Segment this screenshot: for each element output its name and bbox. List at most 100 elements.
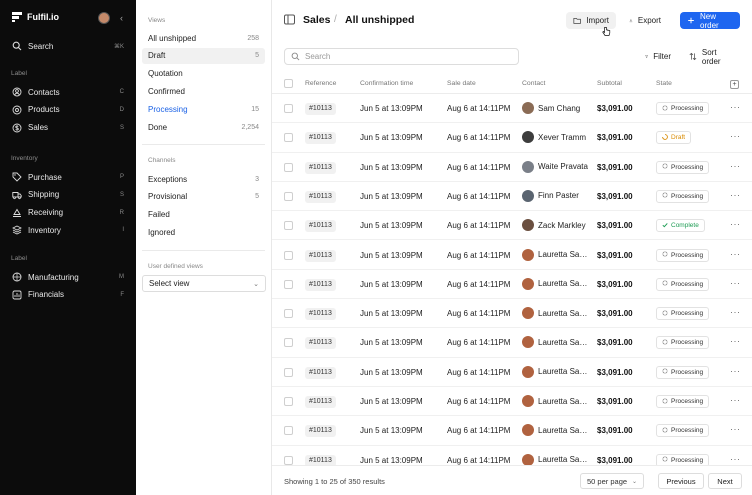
table-row[interactable]: #10113 Jun 5 at 13:09PM Aug 6 at 14:11PM La… <box>272 241 752 270</box>
table-row[interactable]: #10113 Jun 5 at 13:09PM Aug 6 at 14:11PM Fi… <box>272 182 752 212</box>
row-checkbox[interactable] <box>284 250 293 260</box>
table-row[interactable]: #10113 Jun 5 at 13:09PM Aug 6 at 14:11PM La… <box>272 387 752 417</box>
table-row[interactable]: #10113 Jun 5 at 13:09PM Aug 6 at 14:11PM Xe… <box>272 123 752 153</box>
more-options-icon[interactable]: ··· <box>730 249 741 259</box>
sidebar-item-contacts[interactable]: Contacts C <box>12 85 124 99</box>
order-reference[interactable]: #10113 <box>305 308 336 321</box>
order-reference[interactable]: #10113 <box>305 190 336 203</box>
view-processing[interactable]: Processing 15 <box>142 101 265 117</box>
column-subtotal[interactable]: Subtotal <box>597 80 622 87</box>
more-options-icon[interactable]: ··· <box>730 219 741 229</box>
contact[interactable]: Lauretta Savage <box>522 453 588 465</box>
column-contact[interactable]: Contact <box>522 80 545 87</box>
row-checkbox[interactable] <box>284 133 293 143</box>
channel-failed[interactable]: Failed <box>142 207 265 223</box>
sidebar-toggle-icon[interactable] <box>284 14 295 25</box>
order-reference[interactable]: #10113 <box>305 161 336 174</box>
row-checkbox[interactable] <box>284 191 293 201</box>
column-state[interactable]: State <box>656 80 672 87</box>
row-checkbox[interactable] <box>284 162 293 172</box>
table-row[interactable]: #10113 Jun 5 at 13:09PM Aug 6 at 14:11PM La… <box>272 299 752 329</box>
more-options-icon[interactable]: ··· <box>730 366 741 376</box>
new-order-button[interactable]: New order <box>680 12 740 30</box>
contact[interactable]: Lauretta Savage <box>522 365 588 378</box>
select-view-dropdown[interactable]: Select view ⌄ <box>142 275 266 292</box>
sidebar-item-financials[interactable]: Financials F <box>12 288 124 302</box>
breadcrumb-sales[interactable]: Sales <box>303 14 330 26</box>
row-checkbox[interactable] <box>284 367 293 377</box>
contact[interactable]: Xever Tramm <box>522 131 588 144</box>
more-options-icon[interactable]: ··· <box>730 161 741 171</box>
contact[interactable]: Lauretta Savage <box>522 277 588 290</box>
sidebar-item-manufacturing[interactable]: Manufacturing M <box>12 270 124 284</box>
table-row[interactable]: #10113 Jun 5 at 13:09PM Aug 6 at 14:11PM La… <box>272 446 752 465</box>
order-reference[interactable]: #10113 <box>305 249 336 262</box>
contact[interactable]: Finn Paster <box>522 189 588 202</box>
order-reference[interactable]: #10113 <box>305 132 336 145</box>
user-avatar[interactable] <box>98 12 110 24</box>
sidebar-item-receiving[interactable]: Receiving R <box>12 206 124 220</box>
row-checkbox[interactable] <box>284 455 293 465</box>
filter-button[interactable]: Filter <box>638 48 678 65</box>
row-checkbox[interactable] <box>284 279 293 289</box>
sort-order-button[interactable]: Sort order <box>682 48 740 66</box>
search-input[interactable]: Search <box>284 48 519 65</box>
more-options-icon[interactable]: ··· <box>730 307 741 317</box>
more-options-icon[interactable]: ··· <box>730 395 741 405</box>
order-reference[interactable]: #10113 <box>305 103 336 115</box>
column-confirmation-time[interactable]: Confirmation time <box>360 80 413 87</box>
sidebar-item-purchase[interactable]: Purchase P <box>12 170 124 184</box>
view-done[interactable]: Done 2,254 <box>142 119 265 135</box>
select-all-checkbox[interactable] <box>284 79 293 88</box>
add-column-icon[interactable]: + <box>730 80 739 89</box>
table-row[interactable]: #10113 Jun 5 at 13:09PM Aug 6 at 14:11PM La… <box>272 358 752 387</box>
more-options-icon[interactable]: ··· <box>730 102 741 112</box>
contact[interactable]: Lauretta Savage <box>522 336 588 349</box>
order-reference[interactable]: #10113 <box>305 425 336 438</box>
order-reference[interactable]: #10113 <box>305 396 336 408</box>
table-row[interactable]: #10113 Jun 5 at 13:09PM Aug 6 at 14:11PM La… <box>272 416 752 446</box>
sidebar-item-shipping[interactable]: Shipping S <box>12 188 124 202</box>
table-row[interactable]: #10113 Jun 5 at 13:09PM Aug 6 at 14:11PM La… <box>272 270 752 300</box>
sidebar-item-inventory[interactable]: Inventory I <box>12 223 124 237</box>
contact[interactable]: Lauretta Savage <box>522 395 588 407</box>
contact[interactable]: Lauretta Savage <box>522 424 588 437</box>
more-options-icon[interactable]: ··· <box>730 336 741 346</box>
view-confirmed[interactable]: Confirmed <box>142 83 265 99</box>
sidebar-item-products[interactable]: Products D <box>12 103 124 117</box>
order-reference[interactable]: #10113 <box>305 454 336 465</box>
channel-ignored[interactable]: Ignored <box>142 224 265 240</box>
contact[interactable]: Sam Chang <box>522 102 588 114</box>
view-quotation[interactable]: Quotation <box>142 66 265 82</box>
previous-button[interactable]: Previous <box>658 473 704 489</box>
column-sale-date[interactable]: Sale date <box>447 80 476 87</box>
row-checkbox[interactable] <box>284 426 293 436</box>
order-reference[interactable]: #10113 <box>305 337 336 350</box>
order-reference[interactable]: #10113 <box>305 366 336 379</box>
contact[interactable]: Zack Markley <box>522 219 588 232</box>
more-options-icon[interactable]: ··· <box>730 131 741 141</box>
row-checkbox[interactable] <box>284 397 293 406</box>
contact[interactable]: Waite Pravata <box>522 160 588 173</box>
brand[interactable]: Fulfil.io <box>12 12 59 22</box>
table-row[interactable]: #10113 Jun 5 at 13:09PM Aug 6 at 14:11PM Za… <box>272 211 752 241</box>
export-button[interactable]: Export <box>622 12 668 29</box>
sidebar-item-sales[interactable]: Sales S <box>12 121 124 135</box>
sidebar-search[interactable]: Search ⌘K <box>12 39 124 53</box>
contact[interactable]: Lauretta Savage <box>522 248 588 261</box>
table-row[interactable]: #10113 Jun 5 at 13:09PM Aug 6 at 14:11PM Sa… <box>272 94 752 124</box>
row-checkbox[interactable] <box>284 309 293 319</box>
chevron-left-icon[interactable]: ‹ <box>120 13 123 23</box>
channel-provisional[interactable]: Provisional 5 <box>142 189 265 205</box>
row-checkbox[interactable] <box>284 338 293 348</box>
view-all-unshipped[interactable]: All unshipped 258 <box>142 30 265 46</box>
view-draft[interactable]: Draft 5 <box>142 47 265 64</box>
column-reference[interactable]: Reference <box>305 80 336 87</box>
row-checkbox[interactable] <box>284 104 293 113</box>
more-options-icon[interactable]: ··· <box>730 424 741 434</box>
per-page-select[interactable]: 50 per page ⌄ <box>580 473 644 489</box>
table-row[interactable]: #10113 Jun 5 at 13:09PM Aug 6 at 14:11PM Wa… <box>272 153 752 182</box>
more-options-icon[interactable]: ··· <box>730 190 741 200</box>
table-row[interactable]: #10113 Jun 5 at 13:09PM Aug 6 at 14:11PM La… <box>272 328 752 358</box>
more-options-icon[interactable]: ··· <box>730 278 741 288</box>
